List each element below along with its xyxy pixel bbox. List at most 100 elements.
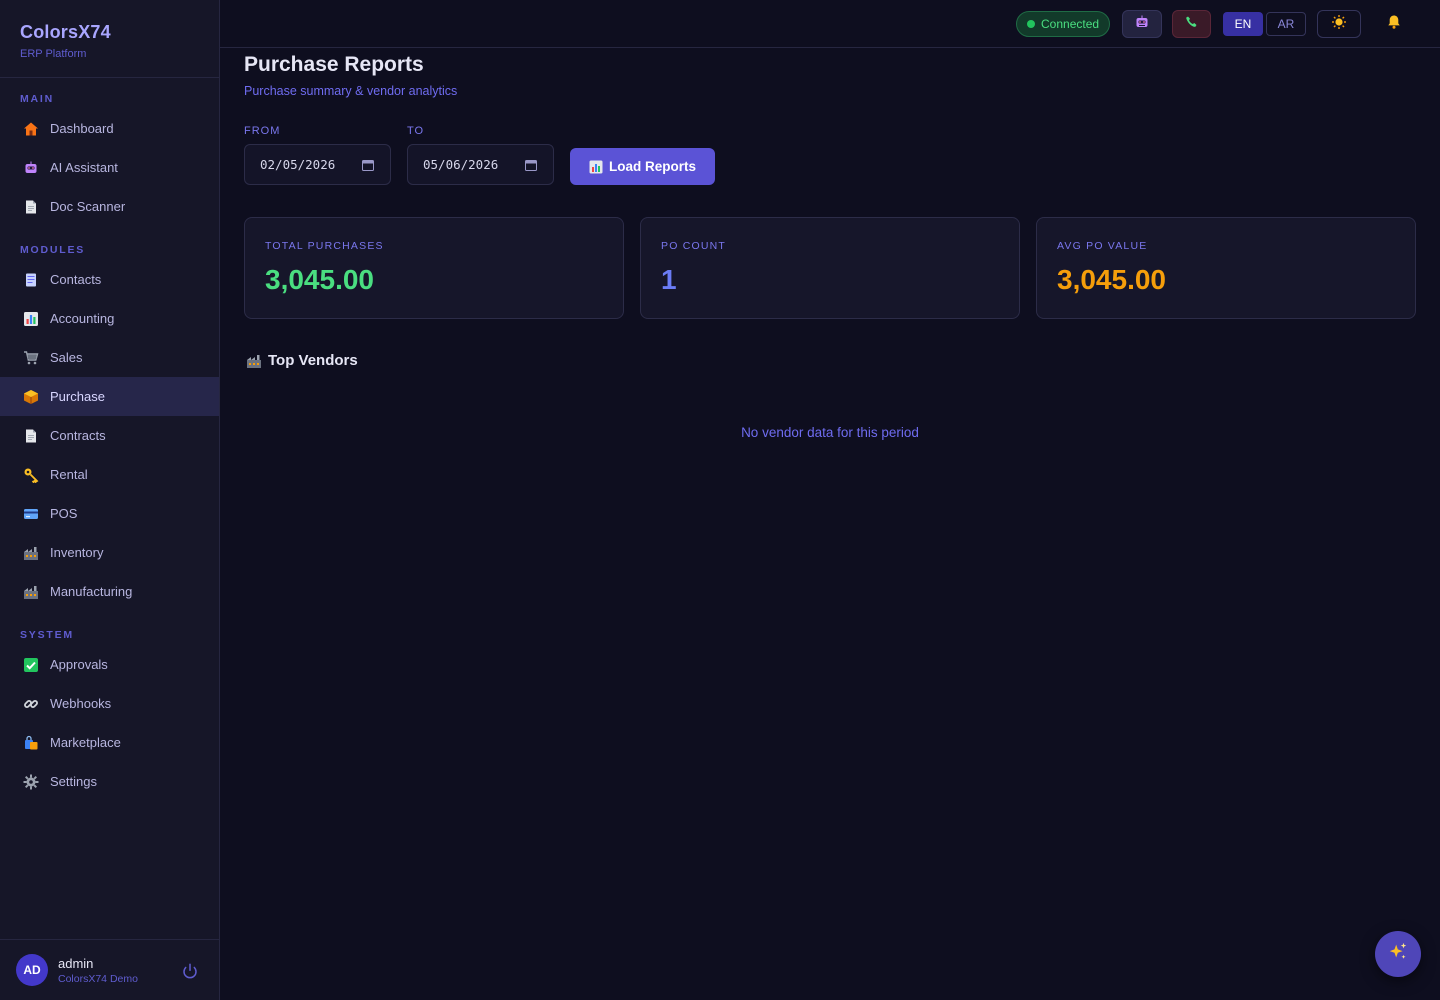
sidebar-item-marketplace[interactable]: Marketplace [0, 723, 219, 762]
stat-label: PO COUNT [661, 240, 727, 252]
user-area: AD admin ColorsX74 Demo [0, 939, 219, 1000]
theme-toggle-button[interactable] [1317, 10, 1361, 38]
load-reports-button[interactable]: Load Reports [570, 148, 715, 185]
robot-icon [22, 159, 40, 177]
key-icon [22, 466, 40, 484]
to-label: TO [407, 125, 425, 137]
calendar-icon[interactable] [525, 159, 537, 171]
bell-icon [1386, 14, 1402, 35]
robot-icon [1134, 14, 1150, 35]
from-date-value: 02/05/2026 [260, 157, 336, 172]
sidebar-item-label: Purchase [50, 389, 105, 404]
sidebar-item-ai-assistant[interactable]: AI Assistant [0, 148, 219, 187]
phone-icon [1184, 14, 1200, 35]
brand-name[interactable]: ColorsX74 [20, 22, 199, 43]
user-org: ColorsX74 Demo [58, 972, 138, 985]
sidebar-item-label: Contracts [50, 428, 106, 443]
credit-card-icon [22, 505, 40, 523]
sidebar-item-label: Marketplace [50, 735, 121, 750]
sidebar-item-label: Rental [50, 467, 88, 482]
ai-fab-button[interactable] [1375, 931, 1421, 977]
sidebar-item-approvals[interactable]: Approvals [0, 645, 219, 684]
lang-en-button[interactable]: EN [1223, 12, 1263, 36]
ai-assistant-button[interactable] [1122, 10, 1162, 38]
sidebar-item-label: Sales [50, 350, 83, 365]
brand: ColorsX74 ERP Platform [0, 0, 219, 78]
sidebar-item-label: Inventory [50, 545, 104, 560]
brand-subtitle: ERP Platform [20, 48, 87, 60]
sidebar-nav: MAIN Dashboard AI Assistant Doc Scanner MODU… [0, 78, 219, 801]
sidebar-item-label: Settings [50, 774, 97, 789]
power-icon[interactable] [181, 962, 199, 980]
sidebar-item-label: Approvals [50, 657, 108, 672]
sidebar-item-contracts[interactable]: Contracts [0, 416, 219, 455]
document-icon [22, 427, 40, 445]
page-subtitle: Purchase summary & vendor analytics [244, 84, 458, 98]
lang-ar-button[interactable]: AR [1266, 12, 1306, 36]
sidebar-section-label: MAIN [20, 93, 55, 105]
package-icon [22, 388, 40, 406]
sidebar-item-sales[interactable]: Sales [0, 338, 219, 377]
page-title: Purchase Reports [244, 53, 424, 76]
from-date-input[interactable]: 02/05/2026 [244, 144, 391, 185]
top-vendors-title: Top Vendors [268, 352, 358, 369]
sidebar-item-label: AI Assistant [50, 160, 118, 175]
sidebar-item-settings[interactable]: Settings [0, 762, 219, 801]
gear-icon [22, 773, 40, 791]
user-name: admin [58, 955, 94, 971]
sidebar-item-purchase[interactable]: Purchase [0, 377, 219, 416]
status-dot-icon [1027, 20, 1035, 28]
sidebar-item-manufacturing[interactable]: Manufacturing [0, 572, 219, 611]
stat-card-avg-po-value: AVG PO VALUE 3,045.00 [1036, 217, 1416, 319]
sidebar-item-doc-scanner[interactable]: Doc Scanner [0, 187, 219, 226]
from-label: FROM [244, 125, 281, 137]
chart-icon [22, 310, 40, 328]
sparkles-icon [1387, 941, 1409, 968]
stat-card-po-count: PO COUNT 1 [640, 217, 1020, 319]
stat-card-total-purchases: TOTAL PURCHASES 3,045.00 [244, 217, 624, 319]
connection-status-badge: Connected [1016, 11, 1110, 37]
sidebar-item-label: Manufacturing [50, 584, 133, 599]
stat-label: TOTAL PURCHASES [265, 240, 384, 252]
empty-state-message: No vendor data for this period [741, 425, 919, 440]
sidebar-item-accounting[interactable]: Accounting [0, 299, 219, 338]
sidebar-item-label: Contacts [50, 272, 102, 287]
call-button[interactable] [1172, 10, 1211, 38]
sidebar-item-label: Doc Scanner [50, 199, 126, 214]
main-content: Purchase Reports Purchase summary & vend… [220, 48, 1440, 1000]
stat-value: 3,045.00 [1057, 264, 1166, 295]
sidebar-item-label: Accounting [50, 311, 115, 326]
factory-icon [246, 353, 262, 369]
sidebar-section-label: SYSTEM [20, 629, 74, 641]
to-date-value: 05/06/2026 [423, 157, 499, 172]
factory-icon [22, 583, 40, 601]
contacts-icon [22, 271, 40, 289]
to-date-input[interactable]: 05/06/2026 [407, 144, 554, 185]
sidebar-item-dashboard[interactable]: Dashboard [0, 109, 219, 148]
bar-chart-icon [589, 160, 603, 174]
cart-icon [22, 349, 40, 367]
stat-label: AVG PO VALUE [1057, 240, 1148, 252]
shopping-bags-icon [22, 734, 40, 752]
stat-value: 3,045.00 [265, 264, 374, 295]
check-icon [22, 656, 40, 674]
sidebar-section-label: MODULES [20, 244, 86, 256]
sidebar: ColorsX74 ERP Platform MAIN Dashboard AI A… [0, 0, 220, 1000]
house-icon [22, 120, 40, 138]
calendar-icon[interactable] [362, 159, 374, 171]
sidebar-item-inventory[interactable]: Inventory [0, 533, 219, 572]
link-icon [22, 695, 40, 713]
sidebar-item-webhooks[interactable]: Webhooks [0, 684, 219, 723]
avatar[interactable]: AD [16, 954, 48, 986]
factory-icon [22, 544, 40, 562]
top-vendors-heading: Top Vendors [246, 352, 358, 369]
sun-icon [1331, 14, 1347, 35]
sidebar-item-contacts[interactable]: Contacts [0, 260, 219, 299]
sidebar-item-label: Webhooks [50, 696, 112, 711]
sidebar-item-rental[interactable]: Rental [0, 455, 219, 494]
sidebar-item-pos[interactable]: POS [0, 494, 219, 533]
notifications-button[interactable] [1374, 10, 1414, 38]
topbar: Connected EN AR [220, 0, 1440, 48]
sidebar-item-label: POS [50, 506, 78, 521]
connection-status-label: Connected [1041, 17, 1100, 31]
